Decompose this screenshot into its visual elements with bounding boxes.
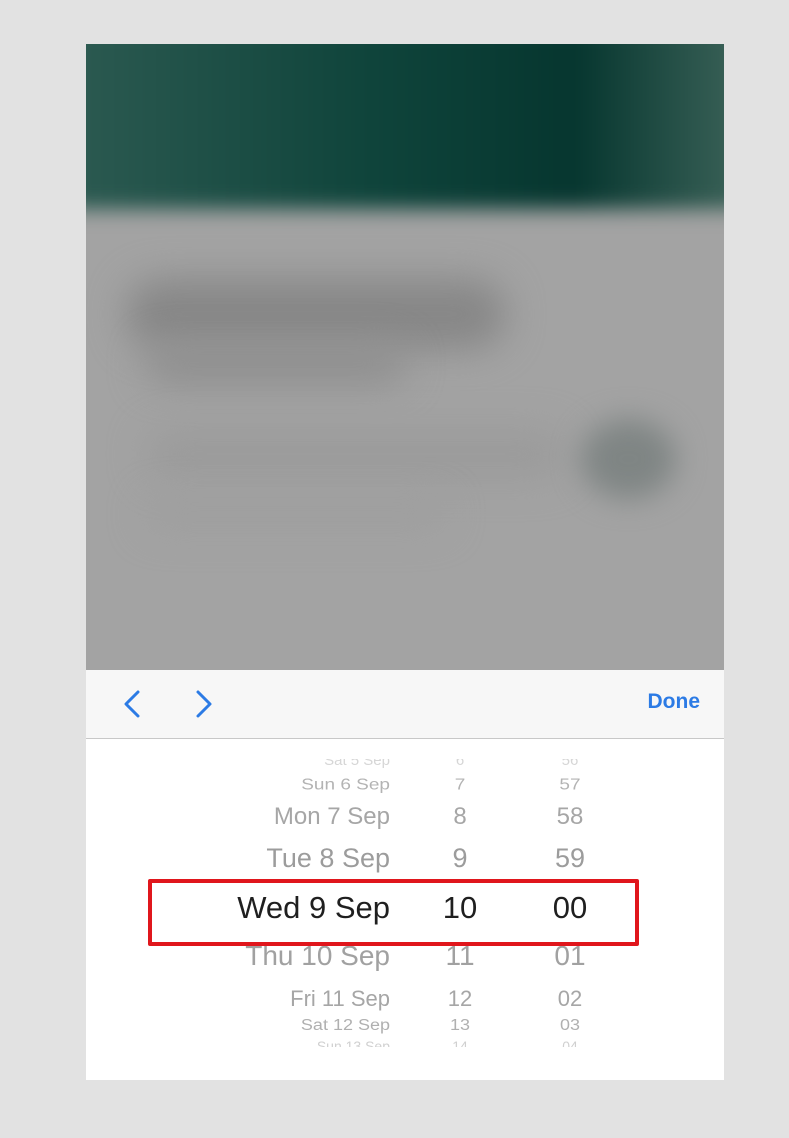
date-cell: Sun 6 Sep <box>301 776 390 794</box>
date-cell: Sat 5 Sep <box>324 759 390 769</box>
blurred-content <box>146 344 406 384</box>
previous-field-button[interactable] <box>116 687 150 721</box>
chevron-right-icon <box>196 690 212 718</box>
blurred-content <box>146 499 446 529</box>
date-cell: Sun 13 Sep <box>316 1039 390 1047</box>
next-field-button[interactable] <box>186 687 220 721</box>
blurred-content <box>146 429 566 479</box>
selected-date-cell: Wed 9 Sep <box>237 890 390 925</box>
date-cell: Sat 12 Sep <box>300 1016 390 1034</box>
date-cell: Thu 10 Sep <box>245 940 390 971</box>
picker-row[interactable]: Sun 13 Sep 14 04 <box>86 1039 724 1047</box>
done-button[interactable]: Done <box>648 690 701 714</box>
date-time-picker[interactable]: Sat 5 Sep 6 56 Sun 6 Sep 7 57 Mon 7 Sep … <box>86 739 724 1080</box>
blurred-content <box>581 419 676 499</box>
blurred-app-header <box>86 44 724 209</box>
picker-toolbar: Done <box>86 670 724 739</box>
date-cell: Tue 8 Sep <box>266 843 390 873</box>
date-cell: Fri 11 Sep <box>290 986 390 1011</box>
date-cell: Mon 7 Sep <box>273 803 390 830</box>
chevron-left-icon <box>124 690 140 718</box>
blurred-background <box>86 44 724 670</box>
picker-row[interactable]: Sat 5 Sep 6 56 <box>86 759 724 769</box>
phone-screen: Done Sat 5 Sep 6 56 Sun 6 Sep 7 57 Mon 7… <box>86 44 724 1080</box>
blurred-content <box>126 279 506 349</box>
